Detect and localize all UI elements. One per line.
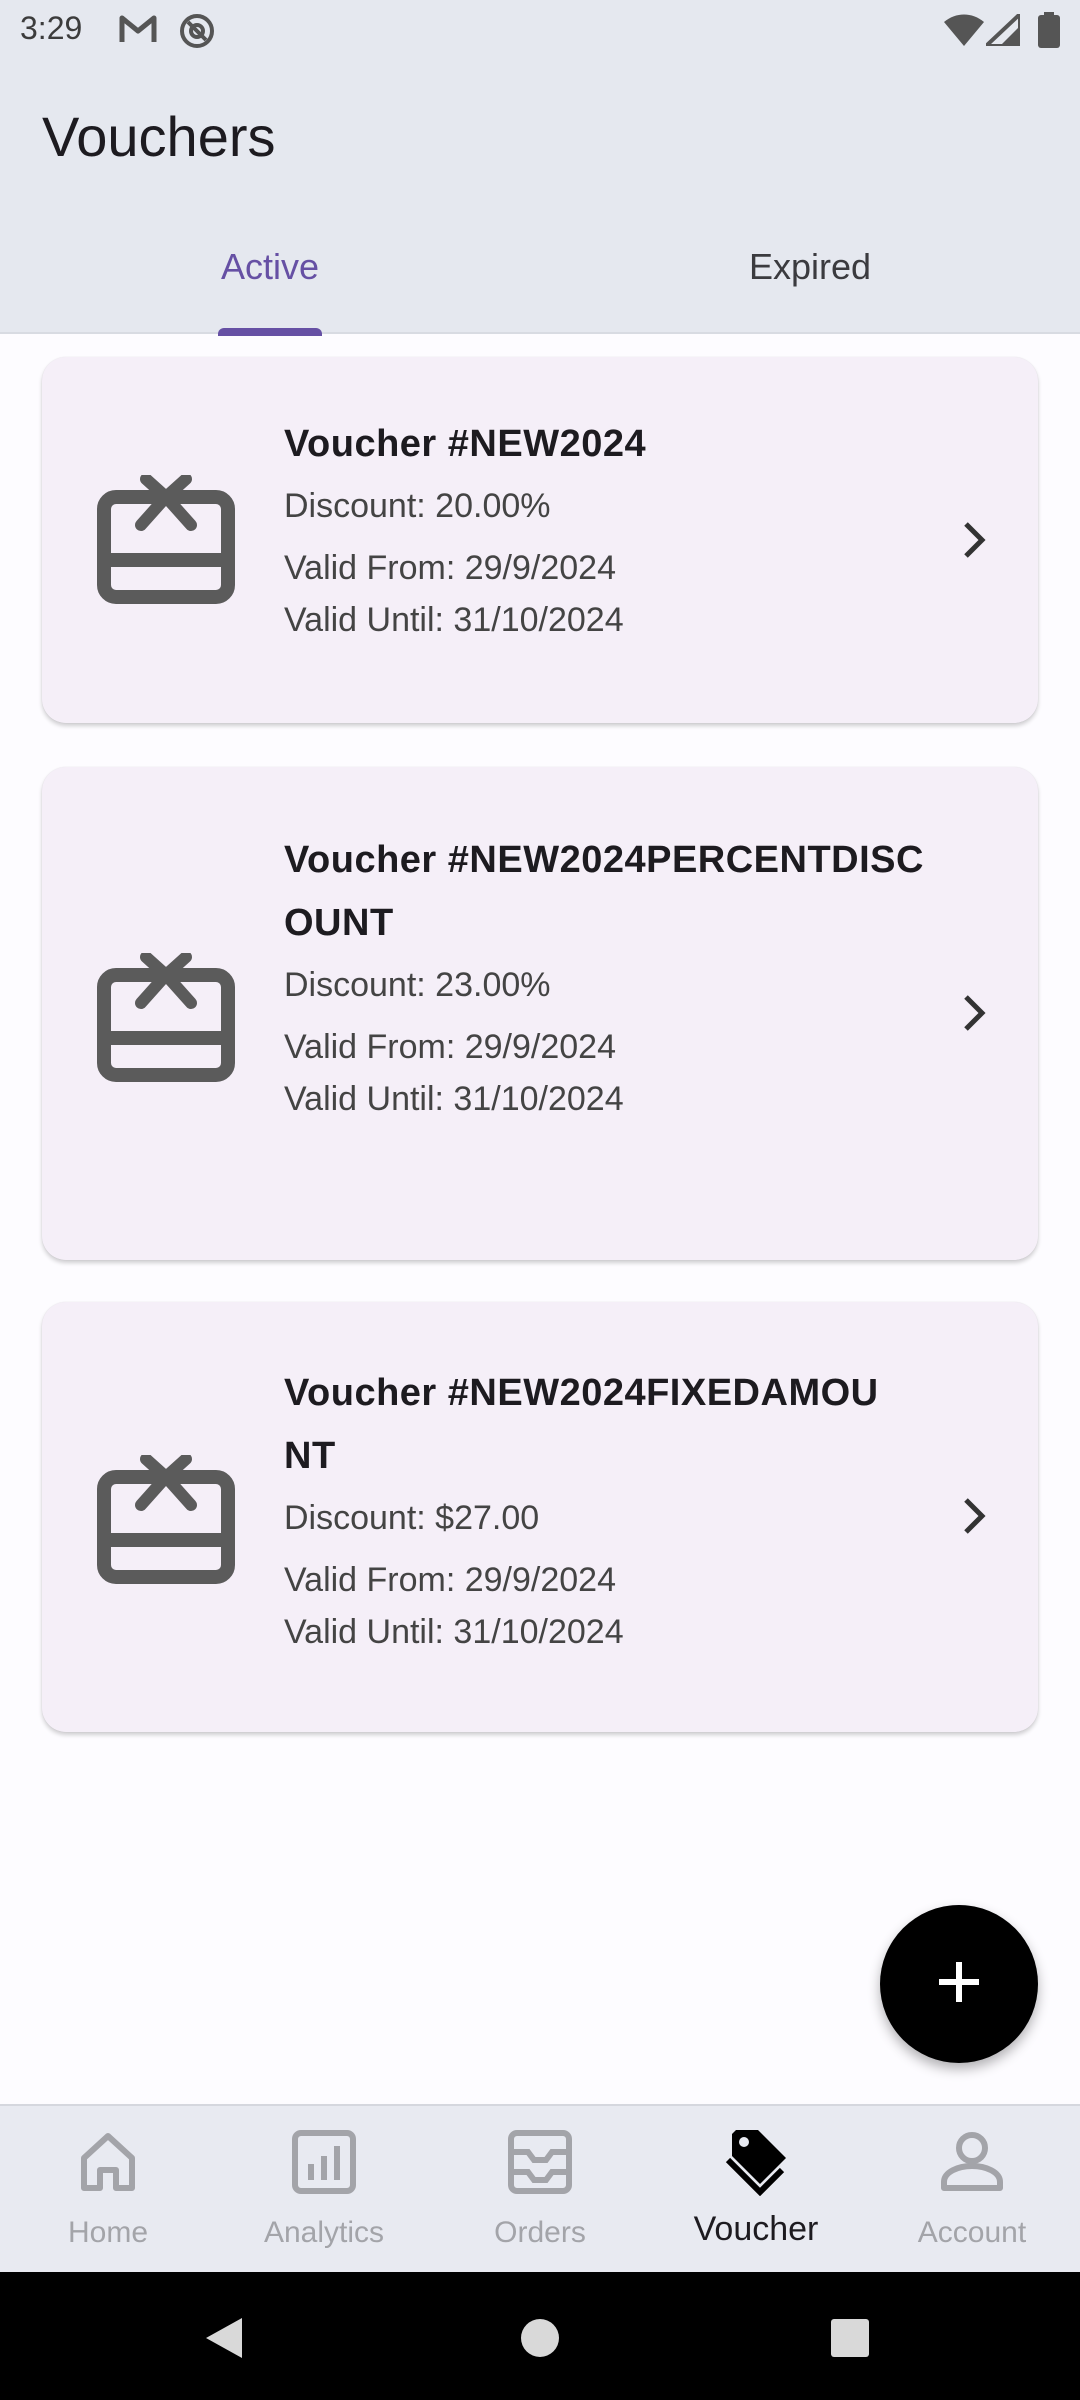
sync-icon bbox=[178, 12, 216, 55]
nav-item-voucher[interactable]: Voucher bbox=[648, 2106, 864, 2274]
voucher-title: Voucher #NEW2024 bbox=[284, 423, 647, 465]
voucher-valid-until: Valid Until: 31/10/2024 bbox=[284, 1080, 624, 1118]
system-navigation-bar bbox=[0, 2272, 1080, 2400]
nav-label: Voucher bbox=[693, 2210, 819, 2248]
chevron-right-icon bbox=[954, 520, 994, 560]
voucher-valid-from: Valid From: 29/9/2024 bbox=[284, 1028, 616, 1066]
tab-expired[interactable]: Expired bbox=[540, 224, 1080, 334]
nav-item-orders[interactable]: Orders bbox=[432, 2106, 648, 2274]
home-circle-icon[interactable] bbox=[520, 2318, 560, 2363]
voucher-card[interactable]: Voucher #NEW2024PERCENTDISCOUNT Discount… bbox=[42, 767, 1038, 1260]
nav-label: Account bbox=[917, 2216, 1027, 2249]
voucher-valid-until: Valid Until: 31/10/2024 bbox=[284, 601, 624, 639]
voucher-title: Voucher #NEW2024PERCENTDISCOUNT bbox=[284, 839, 924, 944]
tab-active[interactable]: Active bbox=[0, 224, 540, 334]
plus-icon bbox=[937, 1960, 981, 2009]
status-time: 3:29 bbox=[20, 10, 83, 46]
voucher-card[interactable]: Voucher #NEW2024FIXEDAMOUNT Discount: $2… bbox=[42, 1302, 1038, 1732]
voucher-discount: Discount: $27.00 bbox=[284, 1499, 540, 1537]
nav-label: Orders bbox=[494, 2216, 586, 2249]
voucher-title: Voucher #NEW2024FIXEDAMOUNT bbox=[284, 1372, 879, 1477]
voucher-discount: Discount: 23.00% bbox=[284, 966, 551, 1004]
analytics-icon bbox=[290, 2128, 358, 2196]
chevron-right-icon bbox=[954, 1496, 994, 1536]
voucher-valid-from: Valid From: 29/9/2024 bbox=[284, 1561, 616, 1599]
app-bar: Vouchers Active Expired bbox=[0, 64, 1080, 336]
page-title: Vouchers bbox=[42, 105, 276, 168]
bottom-navigation: Home Analytics Orders Voucher Account bbox=[0, 2104, 1080, 2272]
nav-label: Home bbox=[67, 2216, 149, 2249]
signal-icon bbox=[980, 9, 1022, 51]
gift-card-icon bbox=[96, 1453, 236, 1585]
nav-item-home[interactable]: Home bbox=[0, 2106, 216, 2274]
status-bar: 3:29 bbox=[0, 0, 1080, 64]
home-icon bbox=[74, 2128, 142, 2196]
nav-item-analytics[interactable]: Analytics bbox=[216, 2106, 432, 2274]
tab-indicator bbox=[218, 328, 322, 336]
recents-icon[interactable] bbox=[830, 2318, 870, 2363]
chevron-right-icon bbox=[954, 993, 994, 1033]
nav-label: Analytics bbox=[263, 2216, 385, 2249]
voucher-tag-icon bbox=[722, 2128, 790, 2197]
account-icon bbox=[938, 2128, 1006, 2196]
voucher-valid-until: Valid Until: 31/10/2024 bbox=[284, 1613, 624, 1651]
add-voucher-button[interactable] bbox=[880, 1905, 1038, 2063]
voucher-valid-from: Valid From: 29/9/2024 bbox=[284, 549, 616, 587]
voucher-card[interactable]: Voucher #NEW2024 Discount: 20.00% Valid … bbox=[42, 357, 1038, 723]
gmail-icon bbox=[118, 12, 158, 51]
voucher-discount: Discount: 20.00% bbox=[284, 487, 551, 525]
nav-item-account[interactable]: Account bbox=[864, 2106, 1080, 2274]
orders-icon bbox=[506, 2128, 574, 2196]
gift-card-icon bbox=[96, 473, 236, 605]
wifi-icon bbox=[944, 14, 984, 51]
gift-card-icon bbox=[96, 951, 236, 1083]
battery-icon bbox=[1038, 12, 1060, 53]
back-icon[interactable] bbox=[204, 2316, 244, 2365]
